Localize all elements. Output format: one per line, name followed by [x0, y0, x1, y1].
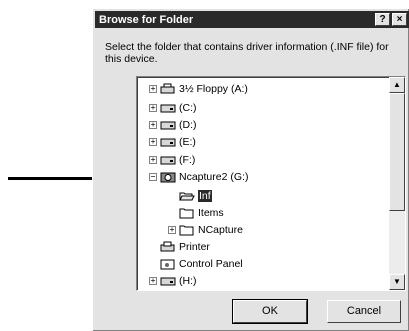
tree-item-label: (C:)	[179, 102, 197, 114]
tree-item-label: Ncapture2 (G:)	[179, 171, 249, 183]
tree-item[interactable]: + (D:)	[149, 118, 197, 132]
tree-item[interactable]: +3½ Floppy (A:)	[149, 82, 248, 96]
expand-icon[interactable]: +	[149, 138, 157, 146]
tree-item[interactable]: − Ncapture2 (G:)	[149, 170, 248, 184]
scroll-up-button[interactable]: ▲	[389, 77, 405, 93]
expand-icon[interactable]: +	[149, 121, 157, 129]
printer-folder-icon	[160, 241, 176, 253]
control-panel-icon	[160, 258, 176, 270]
tree-item-label: 3½ Floppy (A:)	[179, 83, 248, 95]
folder-icon	[179, 224, 195, 236]
expand-icon[interactable]: +	[168, 226, 176, 234]
expand-icon[interactable]: +	[149, 104, 157, 112]
tree-item-label: (H:)	[179, 275, 197, 287]
folder-icon	[179, 207, 195, 219]
tree-item[interactable]: + (H:)	[149, 274, 197, 288]
tree-rows: +3½ Floppy (A:) + (C:) + (D:) + (E:) + (F:) − Ncap…	[137, 77, 389, 290]
tree-item-label: Control Panel	[179, 258, 243, 270]
hard-drive-icon	[160, 275, 176, 287]
tree-item-label: (D:)	[179, 119, 197, 131]
folder-tree[interactable]: +3½ Floppy (A:) + (C:) + (D:) + (E:) + (F:) − Ncap…	[136, 76, 406, 291]
tree-item[interactable]: Inf	[168, 189, 212, 203]
hard-drive-icon	[160, 119, 176, 131]
camera-drive-icon	[160, 171, 176, 183]
hard-drive-icon	[160, 136, 176, 148]
tree-item[interactable]: + (E:)	[149, 135, 196, 149]
vertical-scrollbar[interactable]: ▲ ▼	[389, 77, 405, 290]
expand-icon[interactable]: +	[149, 156, 157, 164]
scroll-thumb[interactable]	[389, 93, 405, 211]
tree-item[interactable]: Control Panel	[149, 257, 243, 271]
help-button[interactable]: ?	[375, 13, 390, 26]
tree-item-label: Items	[198, 207, 224, 219]
tree-item-label: Printer	[179, 241, 210, 253]
tree-item[interactable]: + (F:)	[149, 153, 195, 167]
expand-icon[interactable]: +	[149, 277, 157, 285]
tree-item[interactable]: + (C:)	[149, 101, 197, 115]
tree-item-label: (F:)	[179, 154, 196, 166]
collapse-icon[interactable]: −	[149, 173, 157, 181]
instruction-text: Select the folder that contains driver i…	[105, 41, 389, 65]
title-bar[interactable]: Browse for Folder ? ×	[95, 11, 409, 28]
tree-item[interactable]: Items	[168, 206, 224, 220]
close-button[interactable]: ×	[392, 13, 407, 26]
browse-for-folder-dialog: Browse for Folder ? × Select the folder …	[92, 8, 409, 331]
tree-item-label: NCapture	[198, 224, 243, 236]
tree-item[interactable]: + NCapture	[168, 223, 243, 237]
tree-item[interactable]: Printer	[149, 240, 210, 254]
dialog-title: Browse for Folder	[99, 13, 194, 26]
expand-icon[interactable]: +	[149, 85, 157, 93]
ok-button[interactable]: OK	[232, 299, 308, 324]
tree-item-label: Inf	[198, 190, 212, 202]
hard-drive-icon	[160, 102, 176, 114]
cancel-button[interactable]: Cancel	[327, 300, 401, 323]
scroll-down-button[interactable]: ▼	[389, 274, 405, 290]
tree-item-label: (E:)	[179, 136, 196, 148]
floppy-drive-icon	[160, 83, 176, 95]
open-folder-icon	[179, 190, 195, 202]
hard-drive-icon	[160, 154, 176, 166]
